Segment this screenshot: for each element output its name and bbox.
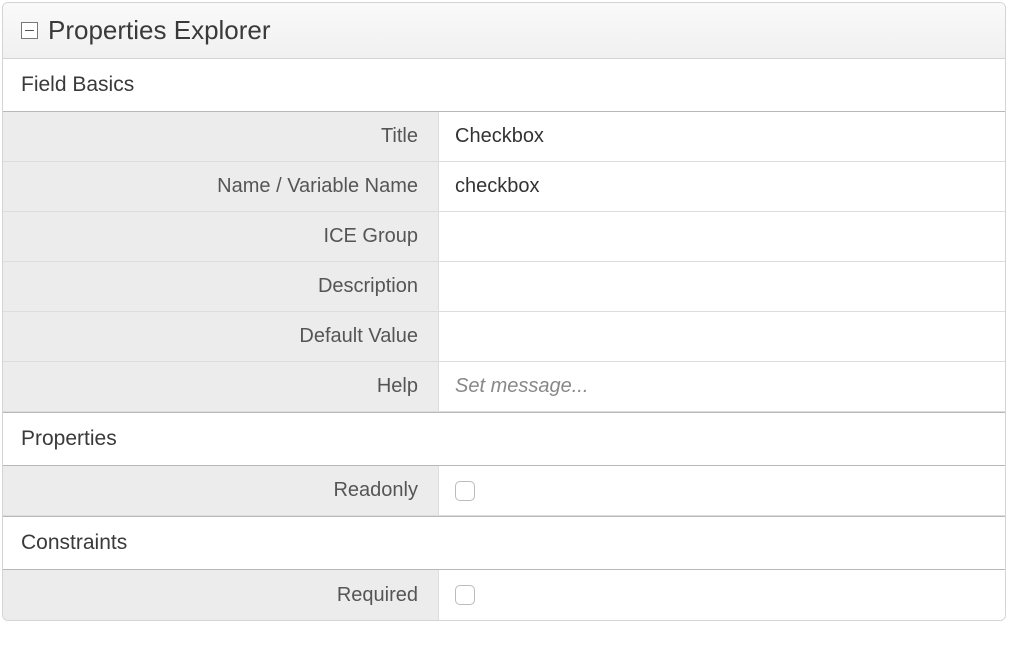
label-default-value: Default Value — [3, 312, 439, 361]
row-readonly: Readonly — [3, 466, 1005, 516]
checkbox-readonly[interactable] — [455, 481, 475, 501]
section-properties: Properties — [3, 412, 1005, 466]
label-readonly: Readonly — [3, 466, 439, 515]
collapse-icon[interactable] — [21, 22, 38, 39]
input-default-value[interactable] — [455, 325, 989, 348]
label-title: Title — [3, 112, 439, 161]
input-ice-group[interactable] — [455, 225, 989, 248]
section-constraints: Constraints — [3, 516, 1005, 570]
input-help[interactable] — [455, 375, 989, 398]
row-name: Name / Variable Name — [3, 162, 1005, 212]
row-required: Required — [3, 570, 1005, 620]
section-field-basics: Field Basics — [3, 59, 1005, 112]
input-description[interactable] — [455, 275, 989, 298]
label-help: Help — [3, 362, 439, 411]
row-help: Help — [3, 362, 1005, 412]
row-ice-group: ICE Group — [3, 212, 1005, 262]
panel-header: Properties Explorer — [3, 3, 1005, 59]
label-required: Required — [3, 570, 439, 620]
row-description: Description — [3, 262, 1005, 312]
input-name[interactable] — [455, 175, 989, 198]
label-ice-group: ICE Group — [3, 212, 439, 261]
checkbox-required[interactable] — [455, 585, 475, 605]
panel-title: Properties Explorer — [48, 15, 271, 46]
properties-explorer-panel: Properties Explorer Field Basics Title N… — [2, 2, 1006, 621]
input-title[interactable] — [455, 125, 989, 148]
label-description: Description — [3, 262, 439, 311]
label-name: Name / Variable Name — [3, 162, 439, 211]
row-default-value: Default Value — [3, 312, 1005, 362]
row-title: Title — [3, 112, 1005, 162]
